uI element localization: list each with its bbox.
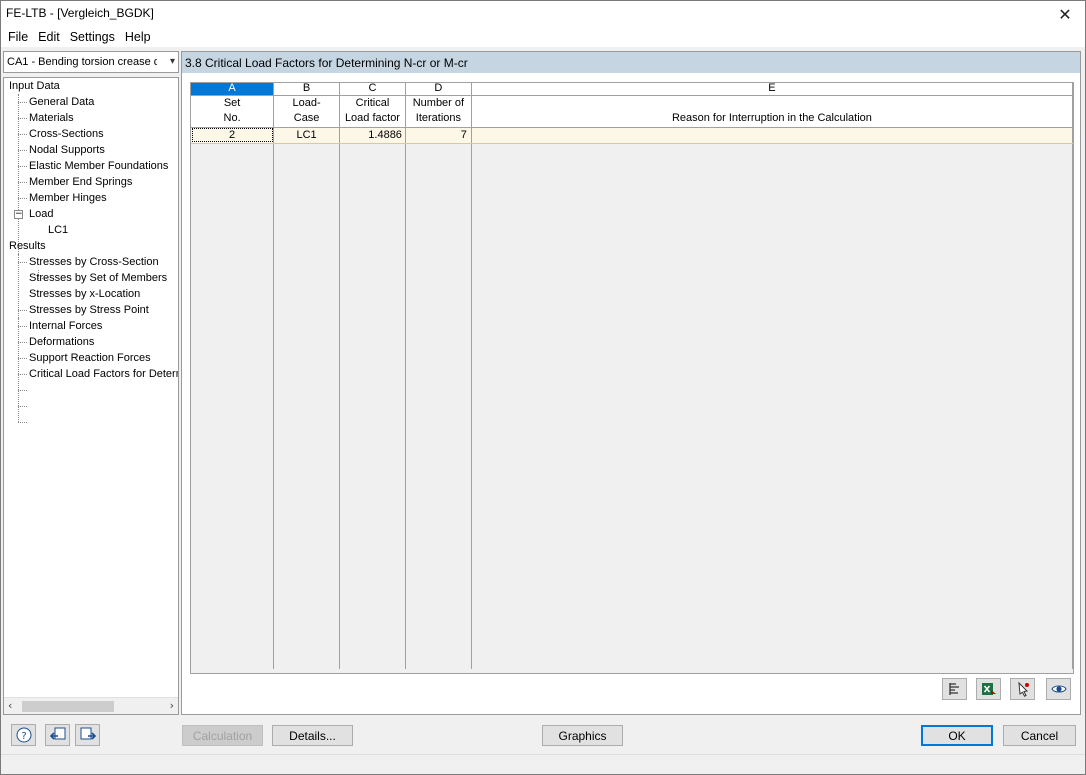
column-letter-row: A B C D E bbox=[191, 83, 1073, 96]
cell-reason[interactable] bbox=[471, 127, 1073, 144]
close-window-button[interactable]: ✕ bbox=[1045, 1, 1085, 27]
cell-iterations[interactable]: 7 bbox=[405, 127, 472, 144]
collapse-load-toggle[interactable]: − bbox=[14, 210, 23, 219]
tree-item-lc1[interactable]: LC1 bbox=[48, 222, 68, 238]
navigator-panel: CA1 - Bending torsion crease de ▾ Input … bbox=[3, 51, 179, 715]
bottom-button-bar: ? Calculation Details... Graphics OK Can… bbox=[1, 719, 1085, 754]
tree-item-stresses-by-cross-section[interactable]: Stresses by Cross-Section bbox=[29, 254, 159, 270]
tree-item-support-reaction-forces[interactable]: Support Reaction Forces bbox=[29, 350, 151, 366]
column-header-b[interactable]: B bbox=[273, 83, 340, 96]
svg-text:?: ? bbox=[21, 731, 26, 742]
window-title: FE-LTB - [Vergleich_BGDK] bbox=[6, 6, 154, 20]
cell-load-case[interactable]: LC1 bbox=[273, 127, 340, 144]
tree-item-load[interactable]: Load bbox=[29, 206, 53, 222]
results-table: A B C D E Set Load- Critical Number of N… bbox=[191, 83, 1073, 669]
menu-help[interactable]: Help bbox=[120, 30, 156, 44]
header-set: Set bbox=[191, 95, 275, 111]
cancel-button[interactable]: Cancel bbox=[1003, 725, 1076, 746]
tree-horizontal-scrollbar[interactable]: ‹ › bbox=[4, 697, 178, 714]
tree-item-cross-sections[interactable]: Cross-Sections bbox=[29, 126, 104, 142]
empty-table-area bbox=[191, 143, 1073, 669]
cell-set-no[interactable]: 2 bbox=[191, 127, 275, 144]
title-bar: FE-LTB - [Vergleich_BGDK] ✕ bbox=[1, 1, 1085, 27]
tree-item-nodal-supports[interactable]: Nodal Supports bbox=[29, 142, 105, 158]
export-icon bbox=[80, 727, 96, 740]
excel-export-icon bbox=[981, 683, 996, 695]
tree-item-materials[interactable]: Materials bbox=[29, 110, 74, 126]
tree-item-critical-load-factors[interactable]: Critical Load Factors for Determ bbox=[29, 366, 178, 382]
table-toolbar bbox=[190, 675, 1074, 707]
tree-input-data[interactable]: Input Data bbox=[9, 78, 60, 94]
details-button[interactable]: Details... bbox=[272, 725, 353, 746]
header-row-1: Set Load- Critical Number of bbox=[191, 95, 1073, 111]
view-button[interactable] bbox=[1046, 678, 1071, 700]
tree-results[interactable]: Results bbox=[9, 238, 46, 254]
case-dropdown[interactable]: CA1 - Bending torsion crease de ▾ bbox=[3, 51, 179, 73]
header-no: No. bbox=[191, 111, 275, 128]
tree-item-stresses-by-stress-point[interactable]: Stresses by Stress Point bbox=[29, 302, 149, 318]
navigator-tree: Input Data General Data Materials Cross-… bbox=[3, 77, 179, 715]
view-eye-icon bbox=[1050, 685, 1067, 693]
excel-export-button[interactable] bbox=[976, 678, 1001, 700]
header-reason: Reason for Interruption in the Calculati… bbox=[471, 111, 1073, 128]
cell-critical-load-factor[interactable]: 1.4886 bbox=[339, 127, 406, 144]
header-case: Case bbox=[273, 111, 340, 128]
results-panel: 3.8 Critical Load Factors for Determinin… bbox=[181, 51, 1081, 715]
import-button[interactable] bbox=[45, 724, 70, 746]
tree-item-general-data[interactable]: General Data bbox=[29, 94, 94, 110]
tree-item-member-hinges[interactable]: Member Hinges bbox=[29, 190, 107, 206]
column-header-c[interactable]: C bbox=[339, 83, 406, 96]
header-row-2: No. Case Load factor Iterations Reason f… bbox=[191, 111, 1073, 128]
calculation-button: Calculation bbox=[182, 725, 263, 746]
graphics-button[interactable]: Graphics bbox=[542, 725, 623, 746]
menu-bar: File Edit Settings Help bbox=[1, 27, 1085, 47]
tree-item-elastic-member-foundations[interactable]: Elastic Member Foundations bbox=[29, 158, 168, 174]
menu-file[interactable]: File bbox=[3, 30, 33, 44]
export-button[interactable] bbox=[75, 724, 100, 746]
case-dropdown-value: CA1 - Bending torsion crease de bbox=[7, 56, 157, 68]
import-icon bbox=[49, 727, 65, 740]
close-icon: ✕ bbox=[1058, 4, 1072, 24]
help-icon: ? bbox=[16, 727, 31, 743]
header-critical: Critical bbox=[339, 95, 406, 111]
header-number-of: Number of bbox=[405, 95, 472, 111]
tree-item-deformations[interactable]: Deformations bbox=[29, 334, 94, 350]
status-bar bbox=[1, 754, 1085, 774]
header-e-line1 bbox=[471, 95, 1073, 111]
scroll-left-icon[interactable]: ‹ bbox=[8, 699, 12, 712]
column-header-a[interactable]: A bbox=[191, 83, 275, 96]
pick-select-button[interactable] bbox=[1010, 678, 1035, 700]
chevron-down-icon: ▾ bbox=[169, 56, 175, 67]
help-button[interactable]: ? bbox=[11, 724, 36, 746]
tree-item-internal-forces[interactable]: Internal Forces bbox=[29, 318, 102, 334]
menu-edit[interactable]: Edit bbox=[33, 30, 65, 44]
table-row[interactable]: 2 LC1 1.4886 7 bbox=[191, 127, 1073, 144]
pick-select-icon bbox=[1017, 681, 1029, 697]
column-header-e[interactable]: E bbox=[471, 83, 1073, 96]
header-load: Load- bbox=[273, 95, 340, 111]
column-header-d[interactable]: D bbox=[405, 83, 472, 96]
ok-button[interactable]: OK bbox=[921, 725, 993, 746]
scrollbar-thumb[interactable] bbox=[22, 701, 114, 712]
scroll-right-icon[interactable]: › bbox=[170, 699, 174, 712]
section-title: 3.8 Critical Load Factors for Determinin… bbox=[182, 52, 1080, 73]
header-iterations: Iterations bbox=[405, 111, 472, 128]
menu-settings[interactable]: Settings bbox=[65, 30, 120, 44]
tree-item-member-end-springs[interactable]: Member End Springs bbox=[29, 174, 132, 190]
header-load-factor: Load factor bbox=[339, 111, 406, 128]
main-window: FE-LTB - [Vergleich_BGDK] ✕ File Edit Se… bbox=[0, 0, 1086, 775]
results-table-area: A B C D E Set Load- Critical Number of N… bbox=[190, 82, 1074, 674]
sort-rows-button[interactable] bbox=[942, 678, 967, 700]
sort-rows-icon bbox=[948, 683, 959, 695]
tree-item-stresses-by-set-of-members[interactable]: Stresses by Set of Members bbox=[29, 270, 167, 286]
tree-item-stresses-by-x-location[interactable]: Stresses by x-Location bbox=[29, 286, 140, 302]
